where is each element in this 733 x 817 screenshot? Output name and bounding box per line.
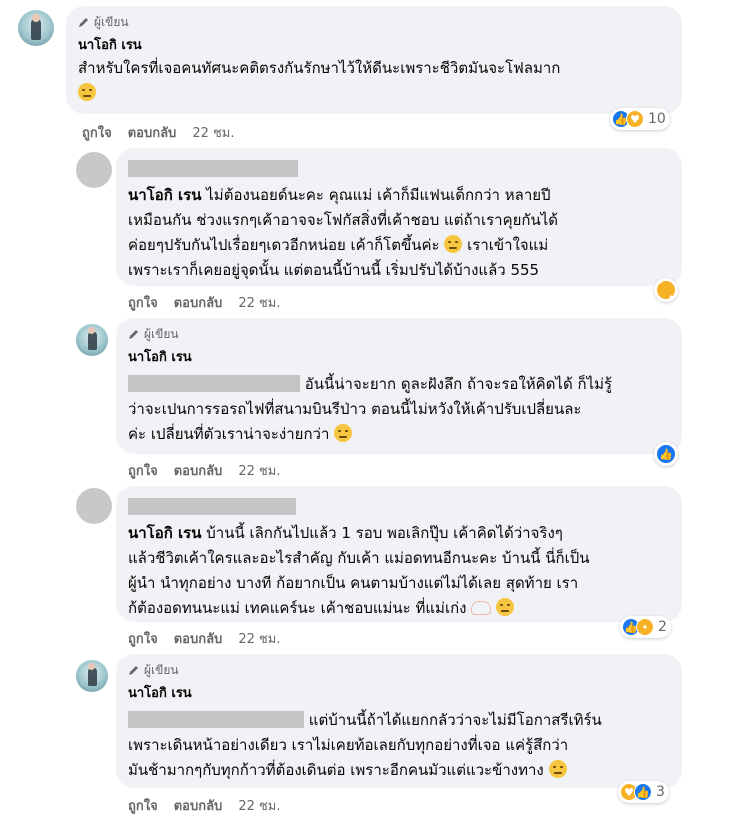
mentioned-name[interactable]: นาโอกิ เรน bbox=[128, 524, 201, 542]
comment-text: สำหรับใครที่เจอคนทัศนะคติตรงกันรักษาไว้ใ… bbox=[78, 56, 670, 106]
reaction-summary[interactable]: 👍 ♥ 10 bbox=[610, 108, 670, 130]
comment-text: นาโอกิ เรน ไม่ต้องนอยด์นะคะ คุณแม่ เค้าก… bbox=[128, 186, 559, 279]
reaction-summary[interactable]: 👍 bbox=[654, 442, 678, 466]
author-avatar[interactable] bbox=[18, 10, 54, 46]
pleading-emoji-icon bbox=[334, 424, 353, 442]
reply-button[interactable]: ตอบกลับ bbox=[128, 122, 177, 143]
sad-reaction-icon: • bbox=[636, 618, 654, 636]
timestamp[interactable]: 22 ชม. bbox=[238, 628, 280, 649]
redacted-name bbox=[128, 498, 296, 515]
smiling-emoji-icon bbox=[496, 598, 515, 616]
author-avatar[interactable] bbox=[76, 660, 108, 692]
comment-bubble: นาโอกิ เรน บ้านนี้ เลิกกันไปแล้ว 1 รอบ พ… bbox=[116, 486, 682, 622]
relieved-emoji-icon bbox=[78, 83, 96, 101]
like-reaction-icon: 👍 bbox=[634, 783, 652, 801]
reply-button[interactable]: ตอบกลับ bbox=[174, 460, 223, 481]
like-button[interactable]: ถูกใจ bbox=[128, 460, 158, 481]
reply-button[interactable]: ตอบกลับ bbox=[174, 628, 223, 649]
redacted-mention bbox=[128, 711, 304, 728]
reaction-summary[interactable]: •︵• bbox=[654, 275, 678, 304]
like-reaction-icon: 👍 bbox=[656, 444, 676, 464]
comment-text: แต่บ้านนี้ถ้าได้แยกกลัวว่าจะไม่มีโอกาสรี… bbox=[128, 711, 602, 779]
comment-bubble: ผู้เขียน นาโอกิ เรน สำหรับใครที่เจอคนทัศ… bbox=[66, 6, 682, 114]
author-badge: ผู้เขียน bbox=[78, 14, 670, 30]
reaction-count: 10 bbox=[648, 111, 666, 127]
author-badge-label: ผู้เขียน bbox=[144, 662, 179, 677]
reaction-count: 2 bbox=[658, 619, 667, 635]
comment-actions: ถูกใจ ตอบกลับ 22 ชม. bbox=[128, 460, 297, 481]
comment-actions: ถูกใจ ตอบกลับ 22 ชม. bbox=[128, 795, 297, 816]
comment-bubble: ผู้เขียน นาโอกิ เรน อันนี้น่าจะยาก ดูละฝ… bbox=[116, 318, 682, 454]
heart-hands-emoji-icon bbox=[471, 601, 492, 615]
sad-reaction-icon: •︵• bbox=[656, 275, 676, 304]
comment-actions: ถูกใจ ตอบกลับ 22 ชม. bbox=[82, 122, 251, 143]
comment-text: อันนี้น่าจะยาก ดูละฝังลึก ถ้าจะรอให้คิดไ… bbox=[128, 375, 613, 443]
comment-actions: ถูกใจ ตอบกลับ 22 ชม. bbox=[128, 292, 297, 313]
comment-bubble: นาโอกิ เรน ไม่ต้องนอยด์นะคะ คุณแม่ เค้าก… bbox=[116, 148, 682, 286]
reaction-count: 3 bbox=[656, 784, 665, 800]
commenter-name[interactable]: นาโอกิ เรน bbox=[78, 36, 670, 56]
comment-bubble: ผู้เขียน นาโอกิ เรน แต่บ้านนี้ถ้าได้แยกก… bbox=[116, 654, 682, 788]
reply-button[interactable]: ตอบกลับ bbox=[174, 795, 223, 816]
author-avatar[interactable] bbox=[76, 324, 108, 356]
mentioned-name[interactable]: นาโอกิ เรน bbox=[128, 186, 201, 204]
like-button[interactable]: ถูกใจ bbox=[128, 628, 158, 649]
author-badge-label: ผู้เขียน bbox=[144, 326, 179, 341]
timestamp[interactable]: 22 ชม. bbox=[238, 460, 280, 481]
like-button[interactable]: ถูกใจ bbox=[82, 122, 112, 143]
comment-text: นาโอกิ เรน บ้านนี้ เลิกกันไปแล้ว 1 รอบ พ… bbox=[128, 524, 590, 617]
redacted-mention bbox=[128, 375, 300, 392]
pen-icon bbox=[129, 330, 138, 339]
pen-icon bbox=[79, 18, 88, 27]
timestamp[interactable]: 22 ชม. bbox=[238, 292, 280, 313]
commenter-name[interactable]: นาโอกิ เรน bbox=[128, 348, 670, 368]
user-avatar[interactable] bbox=[76, 488, 112, 524]
pen-icon bbox=[129, 666, 138, 675]
reaction-summary[interactable]: 👍 • 2 bbox=[620, 616, 671, 638]
comment-actions: ถูกใจ ตอบกลับ 22 ชม. bbox=[128, 628, 297, 649]
commenter-name[interactable]: นาโอกิ เรน bbox=[128, 684, 670, 704]
timestamp[interactable]: 22 ชม. bbox=[238, 795, 280, 816]
like-button[interactable]: ถูกใจ bbox=[128, 795, 158, 816]
relieved-emoji-icon bbox=[548, 760, 567, 778]
reaction-summary[interactable]: ♥ 👍 3 bbox=[618, 781, 669, 803]
author-badge-label: ผู้เขียน bbox=[94, 14, 129, 29]
redacted-name bbox=[128, 160, 298, 177]
reply-button[interactable]: ตอบกลับ bbox=[174, 292, 223, 313]
timestamp[interactable]: 22 ชม. bbox=[192, 122, 234, 143]
hand-over-mouth-emoji-icon bbox=[444, 235, 463, 253]
author-badge: ผู้เขียน bbox=[128, 662, 670, 678]
care-reaction-icon: ♥ bbox=[626, 110, 644, 128]
like-button[interactable]: ถูกใจ bbox=[128, 292, 158, 313]
author-badge: ผู้เขียน bbox=[128, 326, 670, 342]
user-avatar[interactable] bbox=[76, 152, 112, 188]
